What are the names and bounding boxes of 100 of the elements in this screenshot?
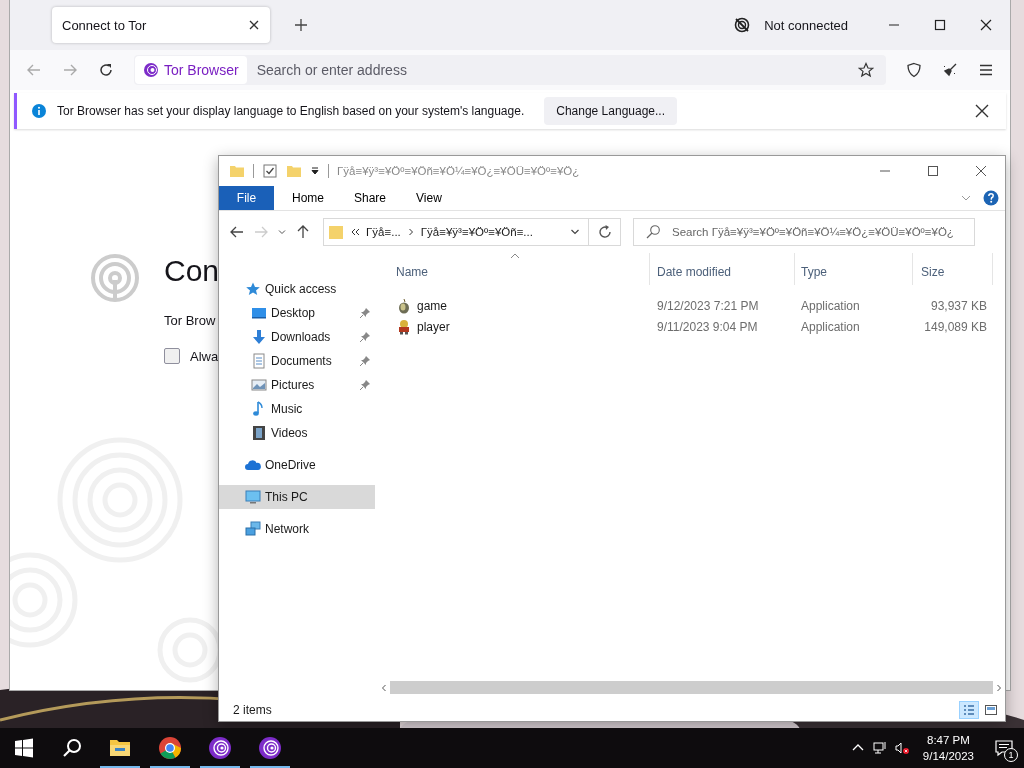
film-icon	[251, 425, 267, 441]
shield-icon[interactable]	[906, 62, 922, 78]
reload-icon[interactable]	[98, 62, 114, 78]
navigation-item[interactable]: OneDrive	[219, 453, 375, 477]
menu-icon[interactable]	[978, 62, 994, 78]
help-icon[interactable]	[983, 190, 999, 206]
address-bar[interactable]: Tor Browser Search or enter address	[134, 55, 886, 85]
clock-date: 9/14/2023	[922, 749, 974, 764]
chevron-right-icon[interactable]	[406, 228, 415, 236]
document-icon	[251, 353, 267, 369]
checkmark-icon[interactable]	[262, 163, 278, 179]
window-icon	[984, 703, 998, 717]
up-arrow-icon[interactable]	[295, 224, 311, 240]
double-chevron-left-icon[interactable]	[350, 227, 360, 237]
close-icon[interactable]	[975, 165, 987, 177]
speech-bubble-icon	[995, 739, 1013, 757]
search-icon	[645, 224, 661, 240]
onion-icon	[143, 62, 159, 78]
monitor-icon	[251, 305, 267, 321]
maximize-icon[interactable]	[934, 19, 946, 31]
navigation-item[interactable]: Pictures	[219, 373, 375, 397]
star-icon[interactable]	[858, 62, 874, 78]
chevron-down-icon[interactable]	[961, 193, 971, 203]
item-count: 2 items	[233, 703, 272, 717]
file-name[interactable]: game	[417, 298, 448, 313]
refresh-button[interactable]	[589, 218, 621, 246]
navigation-item[interactable]: This PC	[219, 485, 375, 509]
picture-icon	[251, 377, 267, 393]
figure-icon	[396, 318, 412, 335]
table-cell-text: Application	[800, 319, 861, 334]
file-tab[interactable]: File	[219, 186, 274, 210]
table-cell-text: 9/11/2023 9:04 PM	[656, 319, 759, 334]
navigation-item[interactable]: Videos	[219, 421, 375, 445]
folder-icon	[328, 224, 344, 240]
broom-icon[interactable]	[942, 62, 958, 78]
column-header[interactable]: Size	[913, 253, 993, 285]
connection-icon	[90, 253, 140, 303]
windows-start-icon[interactable]	[14, 738, 34, 758]
window-title: Γÿå≡¥ÿ³≡¥Öº≡¥Öñ≡¥Ö¼≡¥Ö¿≡¥ÖÜ≡¥Öº≡¥Ö¿	[337, 165, 580, 177]
clock[interactable]: 8:47 PM 9/14/2023	[912, 732, 984, 764]
column-header[interactable]: Date modified	[650, 253, 795, 285]
checkbox[interactable]	[164, 348, 180, 364]
browser-tab[interactable]: Connect to Tor	[52, 7, 270, 43]
close-icon[interactable]	[974, 103, 990, 119]
page-text: Tor Brow	[164, 313, 217, 328]
address-bar[interactable]: Γÿå≡... Γÿå≡¥ÿ³≡¥Öº≡¥Öñ≡...	[323, 218, 589, 246]
checkbox-label: Alwa	[190, 348, 219, 364]
cloud-icon	[245, 457, 261, 473]
star-icon	[245, 281, 261, 297]
navigation-item[interactable]: Music	[219, 397, 375, 421]
chrome-icon	[158, 736, 182, 760]
onion-icon	[208, 736, 232, 760]
info-icon	[31, 103, 47, 119]
onion-icon	[396, 297, 412, 314]
change-language-button[interactable]: Change Language...	[544, 97, 677, 125]
dropdown-icon[interactable]	[310, 166, 320, 176]
navigation-item[interactable]: Downloads	[219, 325, 375, 349]
ribbon-tab[interactable]: View	[404, 186, 454, 210]
clock-time: 8:47 PM	[927, 733, 970, 748]
disconnected-icon	[734, 17, 751, 33]
scroll-thumb[interactable]	[390, 681, 993, 694]
sort-caret-icon	[509, 253, 520, 259]
file-name[interactable]: player	[417, 319, 450, 334]
search-icon[interactable]	[62, 738, 82, 758]
table-cell-text: Application	[800, 298, 861, 313]
navigation-item[interactable]: Desktop	[219, 301, 375, 325]
close-icon[interactable]	[980, 19, 992, 31]
breadcrumb[interactable]: Γÿå≡¥ÿ³≡¥Öº≡¥Öñ≡...	[420, 226, 533, 238]
page-heading: Con	[164, 253, 220, 289]
notification-message: Tor Browser has set your display language to English based on your system's language.	[57, 104, 525, 118]
search-field[interactable]: Search Γÿå≡¥ÿ³≡¥Öº≡¥Öñ≡¥Ö¼≡¥Ö¿≡¥ÖÜ≡¥Öº≡¥Ö¿	[633, 218, 975, 246]
table-cell-text: 9/12/2023 7:21 PM	[656, 298, 760, 313]
folder-icon	[229, 163, 245, 179]
navigation-item[interactable]: Quick access	[219, 277, 375, 301]
navigation-item[interactable]: Documents	[219, 349, 375, 373]
onion-icon	[258, 736, 282, 760]
address-field[interactable]: Search or enter address	[254, 61, 850, 79]
maximize-icon[interactable]	[927, 165, 939, 177]
list-icon	[962, 703, 976, 717]
down-arrow-icon	[251, 329, 267, 345]
close-icon[interactable]	[248, 19, 260, 31]
new-tab-icon[interactable]	[294, 18, 308, 32]
table-cell-text: 149,089 KB	[923, 319, 988, 334]
network-icon	[245, 521, 261, 537]
network-icon[interactable]	[872, 741, 887, 755]
ribbon-tab[interactable]: Share	[342, 186, 399, 210]
chevron-down-icon[interactable]	[570, 227, 580, 237]
column-header[interactable]: Type	[795, 253, 913, 285]
notification-count: 1	[1004, 748, 1018, 762]
horizontal-scrollbar[interactable]	[380, 680, 1003, 695]
breadcrumb[interactable]: Γÿå≡...	[366, 226, 401, 238]
muted-speaker-icon[interactable]	[894, 741, 909, 755]
identity-button[interactable]: Tor Browser	[135, 56, 247, 84]
back-arrow-icon[interactable]	[229, 224, 245, 240]
refresh-icon	[596, 224, 613, 240]
notification-center-button[interactable]: 1	[984, 728, 1024, 768]
column-header[interactable]: Name	[380, 253, 650, 285]
navigation-item[interactable]: Network	[219, 517, 375, 541]
connection-status: Not connected	[764, 17, 848, 33]
ribbon-tab[interactable]: Home	[280, 186, 336, 210]
